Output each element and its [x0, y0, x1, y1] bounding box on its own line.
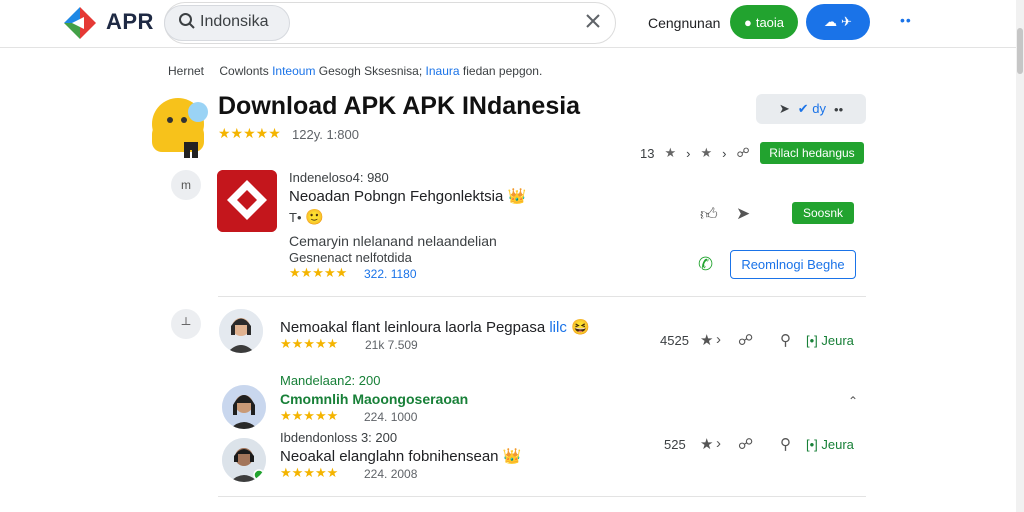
breadcrumb-item[interactable]: Inteoum	[272, 64, 315, 78]
rating-value: 13	[640, 145, 655, 161]
breadcrumb-item[interactable]: Hernet	[168, 64, 204, 78]
link-icon[interactable]: ☍	[736, 145, 749, 161]
review-stars: ★★★★★	[280, 408, 339, 423]
apr-logo-icon[interactable]	[62, 5, 98, 41]
separator-icon: ›	[716, 435, 721, 452]
install-button[interactable]: Soosnk	[792, 202, 854, 224]
rating-row: 13 ★ › ★ › ☍	[640, 145, 750, 161]
review-meta: Ibdendonloss 3: 200	[280, 430, 398, 445]
separator-icon: ›	[722, 145, 727, 161]
share-actions-pill[interactable]: ➤ ✔ dy ••	[756, 94, 866, 124]
app-description-line-1: Cemaryin nlelanand nelaandelian	[289, 233, 497, 249]
nav-link-cengnunan[interactable]: Cengnunan	[648, 15, 720, 31]
share-icon[interactable]: ➤	[736, 204, 750, 224]
app-rating-count: 322. 1180	[364, 267, 417, 281]
breadcrumb-item[interactable]: fiedan pepgon.	[463, 64, 542, 78]
header-blue-button[interactable]: ☁ ✈	[806, 4, 870, 40]
secondary-outline-button[interactable]: Reomlnogi Beghe	[730, 250, 856, 279]
thumbs-up-icon[interactable]: 👍︎	[700, 204, 718, 225]
header-green-button[interactable]: ● taoia	[730, 5, 798, 39]
primary-download-button[interactable]: Rilacl hedangus	[760, 142, 864, 164]
header-green-button-label: taoia	[755, 14, 785, 30]
header-blue-button-label: ✈	[841, 14, 852, 29]
divider	[218, 496, 866, 497]
app-name: Neoadan Pobngn Fehgonlektsia 👑	[289, 187, 526, 205]
review-action-link[interactable]: [•] Jeura	[806, 333, 854, 348]
review-score: 525	[664, 437, 686, 452]
separator-icon: ›	[716, 331, 721, 348]
separator-icon: ›	[686, 145, 691, 161]
divider	[218, 296, 866, 297]
review-meta: Mandelaan2: 200	[280, 373, 381, 388]
crown-emoji-icon: 👑	[502, 448, 522, 465]
chat-bubble-icon: ☁	[824, 14, 838, 29]
star-icon[interactable]: ★	[700, 435, 713, 453]
app-icon[interactable]	[217, 170, 277, 232]
search-input[interactable]	[200, 12, 290, 32]
review-title: Neoakal elanglahn fobnihensean 👑	[280, 447, 521, 465]
app-description-line-2: Gesnenact nelfotdida	[289, 250, 412, 265]
more-horizontal-icon[interactable]: ••	[834, 102, 843, 117]
breadcrumb-item[interactable]: Gesogh	[319, 64, 361, 78]
search-icon	[179, 13, 195, 29]
attach-icon[interactable]: ⚲	[780, 331, 791, 349]
app-subline: T• 🙂	[289, 208, 324, 226]
face-emoji-icon: 🙂	[305, 209, 324, 226]
location-pin-icon: ●	[743, 14, 752, 30]
app-rating-stars: ★★★★★	[289, 265, 348, 280]
app-name-text: Neoadan Pobngn Fehgonlektsia	[289, 188, 504, 205]
crown-emoji-icon: 👑	[507, 188, 527, 205]
verified-label: ✔ dy	[797, 101, 827, 116]
breadcrumb-item[interactable]: Sksesnisa;	[364, 64, 422, 78]
mascot-icon	[152, 98, 208, 158]
scrollbar-thumb[interactable]	[1017, 28, 1023, 74]
clear-search-icon[interactable]	[584, 12, 602, 30]
link-icon[interactable]: ☍	[738, 435, 753, 453]
review-count: 224. 1000	[364, 410, 418, 424]
side-badge[interactable]: m	[171, 170, 201, 200]
attach-icon[interactable]: ⚲	[780, 435, 791, 453]
review-stars: ★★★★★	[280, 336, 339, 351]
review-author[interactable]: Cmomnlih Maoongoseraoan	[280, 391, 468, 407]
breadcrumb-item[interactable]: Inaura	[426, 64, 460, 78]
review-stars: ★★★★★	[280, 465, 339, 480]
app-meta: Indeneloso4: 980	[289, 170, 389, 185]
avatar[interactable]	[222, 385, 266, 429]
send-icon[interactable]: ➤	[779, 101, 790, 117]
review-title-text: Neoakal elanglahn fobnihensean	[280, 448, 499, 465]
link-icon[interactable]: ☍	[738, 331, 753, 349]
scrollbar-track[interactable]	[1016, 0, 1024, 512]
avatar[interactable]	[219, 309, 263, 353]
review-score: 4525	[660, 333, 689, 348]
rating-count: 122y. 1:800	[292, 127, 359, 142]
page-title: Download APK APK INdanesia	[218, 92, 581, 120]
phone-icon[interactable]: ✆	[698, 254, 713, 275]
rating-stars: ★★★★★	[218, 125, 281, 141]
star-icon[interactable]: ★	[664, 145, 676, 161]
brand-name[interactable]: APR	[106, 9, 154, 35]
review-count: 224. 2008	[364, 467, 418, 481]
more-options-icon[interactable]: ••	[900, 12, 912, 28]
grin-emoji-icon: 😆	[571, 319, 590, 336]
star-icon[interactable]: ★	[700, 145, 712, 161]
side-badge[interactable]: ┴	[171, 309, 201, 339]
breadcrumb: Hernet Cowlonts Inteoum Gesogh Sksesnisa…	[168, 64, 542, 78]
star-icon[interactable]: ★	[700, 331, 713, 349]
breadcrumb-item[interactable]: Cowlonts	[219, 64, 268, 78]
avatar[interactable]	[222, 438, 266, 482]
review-title: Nemoakal flant leinloura laorla Pegpasa …	[280, 318, 590, 336]
chevron-up-icon[interactable]: ⌃	[848, 394, 858, 408]
review-count: 21k 7.509	[365, 338, 418, 352]
review-action-link[interactable]: [•] Jeura	[806, 437, 854, 452]
app-subline-text: T•	[289, 210, 302, 225]
review-title-text: Nemoakal flant leinloura laorla Pegpasa	[280, 319, 546, 336]
review-title-link[interactable]: lilc	[549, 319, 567, 336]
